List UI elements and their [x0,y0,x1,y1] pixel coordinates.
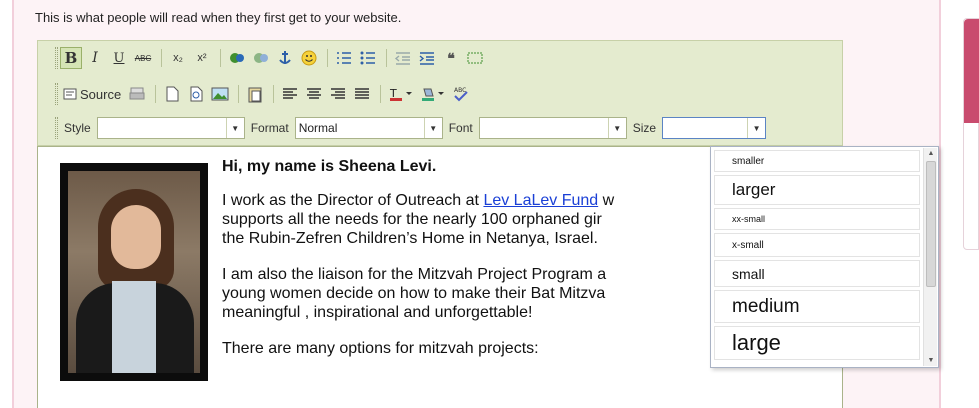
source-label: Source [80,86,122,102]
source-icon [63,88,77,100]
scroll-up-arrow-icon[interactable]: ▲ [924,148,938,159]
format-combo[interactable]: Normal ▼ [294,117,443,139]
format-chevron-down-icon[interactable]: ▼ [423,118,442,138]
toolbar-separator [161,49,162,67]
size-option-xx-small[interactable]: xx-small [714,208,920,230]
size-combo[interactable]: ▼ [662,117,767,139]
style-chevron-down-icon[interactable]: ▼ [225,118,244,138]
superscript-button[interactable]: x² [191,47,213,69]
side-panel-header [964,19,979,123]
toolbar-separator [273,85,275,103]
font-chevron-down-icon[interactable]: ▼ [607,118,626,138]
toolbar-separator [380,85,382,103]
editor-text: Hi, my name is Sheena Levi. I work as th… [222,157,722,375]
size-chevron-down-icon[interactable]: ▼ [747,118,765,138]
size-label: Size [632,121,657,135]
toolbar-separator [238,85,240,103]
paragraph-options: There are many options for mitzvah proje… [222,340,539,357]
style-combo[interactable]: ▼ [96,117,245,139]
div-container-icon[interactable] [464,47,486,69]
bulleted-list-icon[interactable] [357,47,379,69]
font-combo[interactable]: ▼ [478,117,627,139]
size-option-small[interactable]: small [714,260,920,287]
align-center-icon[interactable] [303,83,325,105]
paragraph-director: I work as the Director of Outreach at Le… [222,192,615,247]
outdent-icon[interactable] [392,47,414,69]
image-icon[interactable] [209,83,231,105]
dropdown-scrollbar[interactable]: ▲ ▼ [923,148,937,366]
preview-icon[interactable] [185,83,207,105]
paragraph-liaison: I am also the liaison for the Mitzvah Pr… [222,266,607,321]
toolbar-separator [386,49,387,67]
toolbar-row-formatting: B I U ABC x₂ x² ❝ [60,45,488,71]
size-option-smaller[interactable]: smaller [714,150,920,172]
side-panel [963,18,979,250]
paste-text-icon[interactable] [244,83,266,105]
format-value: Normal [298,121,338,135]
format-label: Format [250,121,289,135]
svg-text:ABC: ABC [454,87,466,94]
smiley-icon[interactable] [298,47,320,69]
background-color-button[interactable] [418,83,448,105]
strikethrough-button[interactable]: ABC [132,47,154,69]
toolbar-grip[interactable] [55,83,58,105]
toolbar-separator [327,49,328,67]
intro-text: This is what people will read when they … [35,10,402,25]
scroll-down-arrow-icon[interactable]: ▼ [924,355,938,366]
underline-button[interactable]: U [108,47,130,69]
size-options-list: smaller larger xx-small x-small small me… [714,150,920,363]
size-option-medium[interactable]: medium [714,290,920,323]
font-label: Font [448,121,473,135]
text-color-button[interactable]: T [386,83,416,105]
toolbar-separator [155,85,157,103]
profile-photo [60,163,208,381]
bold-button[interactable]: B [60,47,82,69]
portrait-image [68,171,200,373]
align-justify-icon[interactable] [351,83,373,105]
align-left-icon[interactable] [279,83,301,105]
size-option-larger[interactable]: larger [714,175,920,205]
numbered-list-icon[interactable] [333,47,355,69]
editor-toolbar: B I U ABC x₂ x² ❝ Source T ABC Style ▼ F… [37,40,843,146]
size-dropdown-panel: smaller larger xx-small x-small small me… [710,146,939,368]
align-right-icon[interactable] [327,83,349,105]
spellcheck-icon[interactable]: ABC [450,83,472,105]
toolbar-grip[interactable] [55,47,58,69]
indent-icon[interactable] [416,47,438,69]
size-option-large[interactable]: large [714,326,920,360]
scroll-thumb[interactable] [926,161,936,287]
italic-button[interactable]: I [84,47,106,69]
style-label: Style [64,121,91,135]
print-icon[interactable] [126,83,148,105]
toolbar-row-document: Source T ABC [60,81,474,107]
anchor-icon[interactable] [274,47,296,69]
link-icon[interactable] [226,47,248,69]
toolbar-separator [220,49,221,67]
source-button[interactable]: Source [60,83,124,105]
blockquote-icon[interactable]: ❝ [440,47,462,69]
size-option-x-small[interactable]: x-small [714,233,920,257]
content-heading: Hi, my name is Sheena Levi. [222,158,437,175]
toolbar-grip[interactable] [55,117,58,139]
toolbar-row-combos: Style ▼ Format Normal ▼ Font ▼ Size ▼ [60,115,767,141]
new-page-icon[interactable] [161,83,183,105]
unlink-icon[interactable] [250,47,272,69]
lev-lalev-fund-link[interactable]: Lev LaLev Fund [483,192,598,209]
subscript-button[interactable]: x₂ [167,47,189,69]
